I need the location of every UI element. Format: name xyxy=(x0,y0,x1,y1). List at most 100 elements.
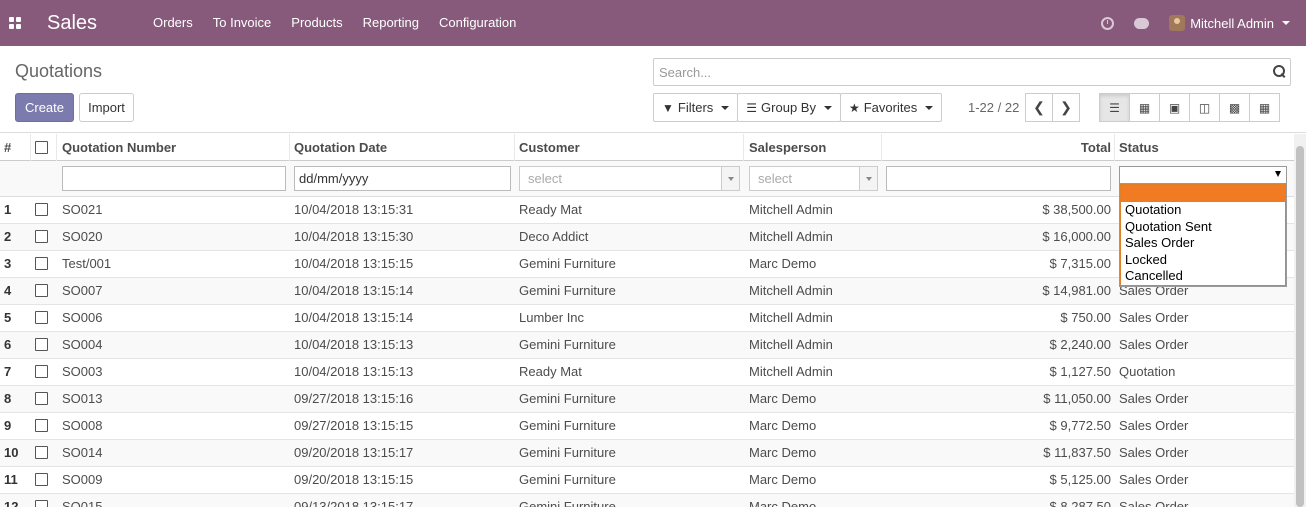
salesperson: Mitchell Admin xyxy=(749,337,833,352)
customer: Ready Mat xyxy=(519,202,582,217)
table-row[interactable]: 10 SO014 09/20/2018 13:15:17 Gemini Furn… xyxy=(0,440,1294,467)
chevron-down-icon xyxy=(823,105,832,110)
table-row[interactable]: 3 Test/001 10/04/2018 13:15:15 Gemini Fu… xyxy=(0,251,1294,278)
row-number: 3 xyxy=(4,256,12,271)
customer: Lumber Inc xyxy=(519,310,585,325)
customer: Gemini Furniture xyxy=(519,499,616,507)
row-number: 6 xyxy=(4,337,12,352)
pivot-view-button[interactable]: ◫ xyxy=(1189,93,1220,122)
status-filter-select[interactable]: Quotation Quotation Sent Sales Order Loc… xyxy=(1119,166,1287,287)
filters-button[interactable]: ▼ Filters xyxy=(653,93,739,122)
row-checkbox[interactable] xyxy=(35,257,48,270)
quotation-date: 10/04/2018 13:15:13 xyxy=(294,364,414,379)
scrollbar-thumb[interactable] xyxy=(1296,146,1304,507)
salesperson-filter-select[interactable]: select xyxy=(749,166,878,191)
column-header-total[interactable]: Total xyxy=(886,134,1111,161)
row-checkbox[interactable] xyxy=(35,392,48,405)
group-by-button[interactable]: ☰ Group By xyxy=(737,93,841,122)
table-row[interactable]: 1 SO021 10/04/2018 13:15:31 Ready Mat Mi… xyxy=(0,197,1294,224)
total: $ 9,772.50 xyxy=(1049,418,1111,433)
quotation-number: SO020 xyxy=(62,229,103,244)
filter-row: dd/mm/yyyy select select xyxy=(0,161,1294,197)
menu-item-products[interactable]: Products xyxy=(281,0,352,46)
main-menu: Orders To Invoice Products Reporting Con… xyxy=(143,0,526,46)
total: $ 11,837.50 xyxy=(1043,445,1111,460)
table-row[interactable]: 2 SO020 10/04/2018 13:15:30 Deco Addict … xyxy=(0,224,1294,251)
table-row[interactable]: 5 SO006 10/04/2018 13:15:14 Lumber Inc M… xyxy=(0,305,1294,332)
status-option-sales-order[interactable]: Sales Order xyxy=(1121,235,1285,252)
status-option-quotation[interactable]: Quotation xyxy=(1121,202,1285,219)
messaging-chat-icon[interactable] xyxy=(1134,17,1150,29)
import-button[interactable]: Import xyxy=(79,93,134,122)
row-checkbox[interactable] xyxy=(35,419,48,432)
calendar-icon: ▣ xyxy=(1168,100,1181,115)
status-select-box[interactable] xyxy=(1120,167,1286,184)
pager-value[interactable]: 1-22 / 22 xyxy=(968,100,1019,115)
grid-view-button[interactable]: ▦ xyxy=(1249,93,1280,122)
column-header-quotation-number[interactable]: Quotation Number xyxy=(62,134,176,161)
quotation-number-filter-input[interactable] xyxy=(62,166,286,191)
search-input[interactable]: Search... xyxy=(653,58,1291,86)
status-option-empty[interactable] xyxy=(1121,185,1285,202)
row-checkbox[interactable] xyxy=(35,500,48,507)
row-checkbox[interactable] xyxy=(35,230,48,243)
menu-item-orders[interactable]: Orders xyxy=(143,0,203,46)
column-header-quotation-date[interactable]: Quotation Date xyxy=(294,134,387,161)
activity-clock-icon[interactable] xyxy=(1101,16,1115,30)
user-menu-name[interactable]: Mitchell Admin xyxy=(1190,16,1274,31)
row-number: 10 xyxy=(4,445,19,460)
salesperson: Mitchell Admin xyxy=(749,283,833,298)
systray: Mitchell Admin xyxy=(1101,0,1290,46)
status-option-cancelled[interactable]: Cancelled xyxy=(1121,268,1285,285)
table-row[interactable]: 6 SO004 10/04/2018 13:15:13 Gemini Furni… xyxy=(0,332,1294,359)
kanban-view-button[interactable]: ▦ xyxy=(1129,93,1160,122)
avatar[interactable] xyxy=(1169,15,1186,31)
row-checkbox[interactable] xyxy=(35,338,48,351)
row-checkbox[interactable] xyxy=(35,365,48,378)
column-header-status[interactable]: Status xyxy=(1119,134,1159,161)
create-button[interactable]: Create xyxy=(15,93,74,122)
status-option-quotation-sent[interactable]: Quotation Sent xyxy=(1121,219,1285,236)
row-number: 8 xyxy=(4,391,12,406)
menu-item-reporting[interactable]: Reporting xyxy=(353,0,429,46)
status-option-locked[interactable]: Locked xyxy=(1121,252,1285,269)
table-row[interactable]: 11 SO009 09/20/2018 13:15:15 Gemini Furn… xyxy=(0,467,1294,494)
row-number: 11 xyxy=(4,472,18,487)
quotation-date: 09/27/2018 13:15:16 xyxy=(294,391,414,406)
table-row[interactable]: 7 SO003 10/04/2018 13:15:13 Ready Mat Mi… xyxy=(0,359,1294,386)
apps-menu-icon[interactable] xyxy=(0,0,30,46)
chevron-left-icon: ❮ xyxy=(1033,99,1045,115)
calendar-view-button[interactable]: ▣ xyxy=(1159,93,1190,122)
row-checkbox[interactable] xyxy=(35,473,48,486)
table-row[interactable]: 12 SO015 09/13/2018 13:15:17 Gemini Furn… xyxy=(0,494,1294,507)
status: Sales Order xyxy=(1119,445,1189,460)
bars-icon: ☰ xyxy=(746,100,758,115)
quotation-date: 09/20/2018 13:15:17 xyxy=(294,445,414,460)
favorites-button[interactable]: ★ Favorites xyxy=(839,93,943,122)
pager-previous-button[interactable]: ❮ xyxy=(1025,93,1053,122)
row-checkbox[interactable] xyxy=(35,284,48,297)
pager-next-button[interactable]: ❯ xyxy=(1052,93,1080,122)
table-row[interactable]: 9 SO008 09/27/2018 13:15:15 Gemini Furni… xyxy=(0,413,1294,440)
list-view-button[interactable]: ☰ xyxy=(1099,93,1130,122)
menu-item-to-invoice[interactable]: To Invoice xyxy=(203,0,282,46)
row-checkbox[interactable] xyxy=(35,203,48,216)
scrollbar[interactable] xyxy=(1294,134,1306,507)
column-header-salesperson[interactable]: Salesperson xyxy=(749,134,826,161)
row-checkbox[interactable] xyxy=(35,446,48,459)
customer-filter-select[interactable]: select xyxy=(519,166,740,191)
table-body: 1 SO021 10/04/2018 13:15:31 Ready Mat Mi… xyxy=(0,197,1294,507)
graph-view-button[interactable]: ▩ xyxy=(1219,93,1250,122)
table-row[interactable]: 8 SO013 09/27/2018 13:15:16 Gemini Furni… xyxy=(0,386,1294,413)
table-row[interactable]: 4 SO007 10/04/2018 13:15:14 Gemini Furni… xyxy=(0,278,1294,305)
total-filter-input[interactable] xyxy=(886,166,1111,191)
search-icon[interactable] xyxy=(1273,65,1286,78)
row-checkbox[interactable] xyxy=(35,311,48,324)
quotation-date-filter-input[interactable]: dd/mm/yyyy xyxy=(294,166,511,191)
menu-item-configuration[interactable]: Configuration xyxy=(429,0,526,46)
chevron-down-icon xyxy=(721,167,739,190)
chevron-down-icon[interactable] xyxy=(1282,21,1290,25)
column-header-customer[interactable]: Customer xyxy=(519,134,580,161)
quotation-number: SO003 xyxy=(62,364,103,379)
select-all-checkbox[interactable] xyxy=(35,141,48,154)
